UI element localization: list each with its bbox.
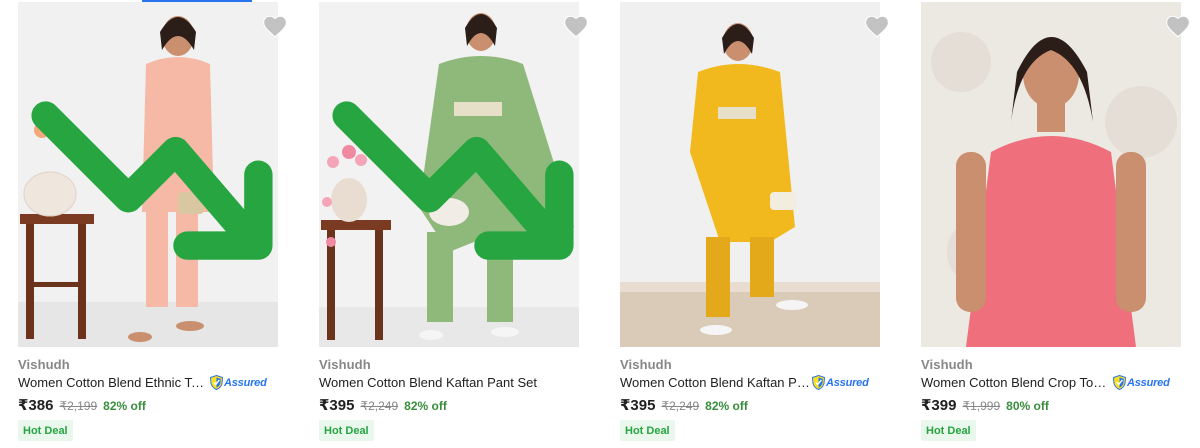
product-image[interactable] [18, 2, 278, 347]
wishlist-heart-icon[interactable] [563, 14, 589, 38]
discount-percent: 82% off [103, 399, 146, 413]
product-image[interactable] [620, 2, 880, 347]
product-brand: Vishudh [620, 357, 672, 372]
product-brand: Vishudh [319, 357, 371, 372]
selling-price: ₹395 [620, 397, 656, 414]
hot-deal-badge: Hot Deal [620, 420, 675, 441]
selling-price: ₹386 [18, 397, 54, 414]
trending-down-icon [332, 101, 574, 260]
product-title-row[interactable]: Women Cotton Blend Kaftan Pan... Assured [620, 374, 882, 391]
assured-shield-icon [1113, 375, 1126, 390]
product-title[interactable]: Women Cotton Blend Kaftan Pant Set [319, 375, 537, 390]
hot-deal-badge: Hot Deal [319, 420, 374, 441]
product-brand: Vishudh [921, 357, 973, 372]
price-row: ₹395 ₹2,249 82% off [620, 396, 748, 414]
selling-price: ₹395 [319, 397, 355, 414]
original-price: ₹2,249 [360, 399, 399, 413]
original-price: ₹2,249 [661, 399, 700, 413]
assured-label: Assured [826, 376, 869, 389]
assured-shield-icon [210, 375, 223, 390]
original-price: ₹1,999 [962, 399, 1001, 413]
hot-deal-badge: Hot Deal [921, 420, 976, 441]
product-title[interactable]: Women Cotton Blend Kaftan Pan... [620, 375, 810, 390]
product-title-row[interactable]: Women Cotton Blend Kaftan Pant Set [319, 374, 581, 391]
product-card[interactable]: Vishudh Women Cotton Blend Kaftan Pan...… [612, 0, 890, 448]
assured-shield-icon [812, 375, 825, 390]
product-card[interactable]: Vishudh Women Cotton Blend Crop Top ... … [913, 0, 1191, 448]
original-price: ₹2,199 [59, 399, 98, 413]
selling-price: ₹399 [921, 397, 957, 414]
wishlist-heart-icon[interactable] [864, 14, 890, 38]
wishlist-heart-icon[interactable] [262, 14, 288, 38]
product-brand: Vishudh [18, 357, 70, 372]
product-image[interactable] [319, 2, 579, 347]
price-row: ₹386 ₹2,199 82% off [18, 396, 146, 414]
product-title-row[interactable]: Women Cotton Blend Ethnic Top ... Assure… [18, 374, 280, 391]
product-title[interactable]: Women Cotton Blend Crop Top ... [921, 375, 1111, 390]
product-title-row[interactable]: Women Cotton Blend Crop Top ... Assured [921, 374, 1183, 391]
assured-label: Assured [224, 376, 267, 389]
discount-percent: 82% off [404, 399, 447, 413]
assured-badge: Assured [210, 375, 267, 391]
product-card[interactable]: Vishudh Women Cotton Blend Ethnic Top ..… [10, 0, 288, 448]
trending-down-icon [31, 101, 273, 260]
assured-label: Assured [1127, 376, 1170, 389]
assured-badge: Assured [1113, 375, 1170, 391]
product-card[interactable]: Vishudh Women Cotton Blend Kaftan Pant S… [311, 0, 589, 448]
discount-percent: 80% off [1006, 399, 1049, 413]
discount-percent: 82% off [705, 399, 748, 413]
product-image[interactable] [921, 2, 1181, 347]
product-title[interactable]: Women Cotton Blend Ethnic Top ... [18, 375, 208, 390]
assured-badge: Assured [812, 375, 869, 391]
price-row: ₹399 ₹1,999 80% off [921, 396, 1049, 414]
wishlist-heart-icon[interactable] [1165, 14, 1191, 38]
product-grid: Vishudh Women Cotton Blend Ethnic Top ..… [0, 0, 1200, 448]
hot-deal-badge: Hot Deal [18, 420, 73, 441]
price-row: ₹395 ₹2,249 82% off [319, 396, 447, 414]
